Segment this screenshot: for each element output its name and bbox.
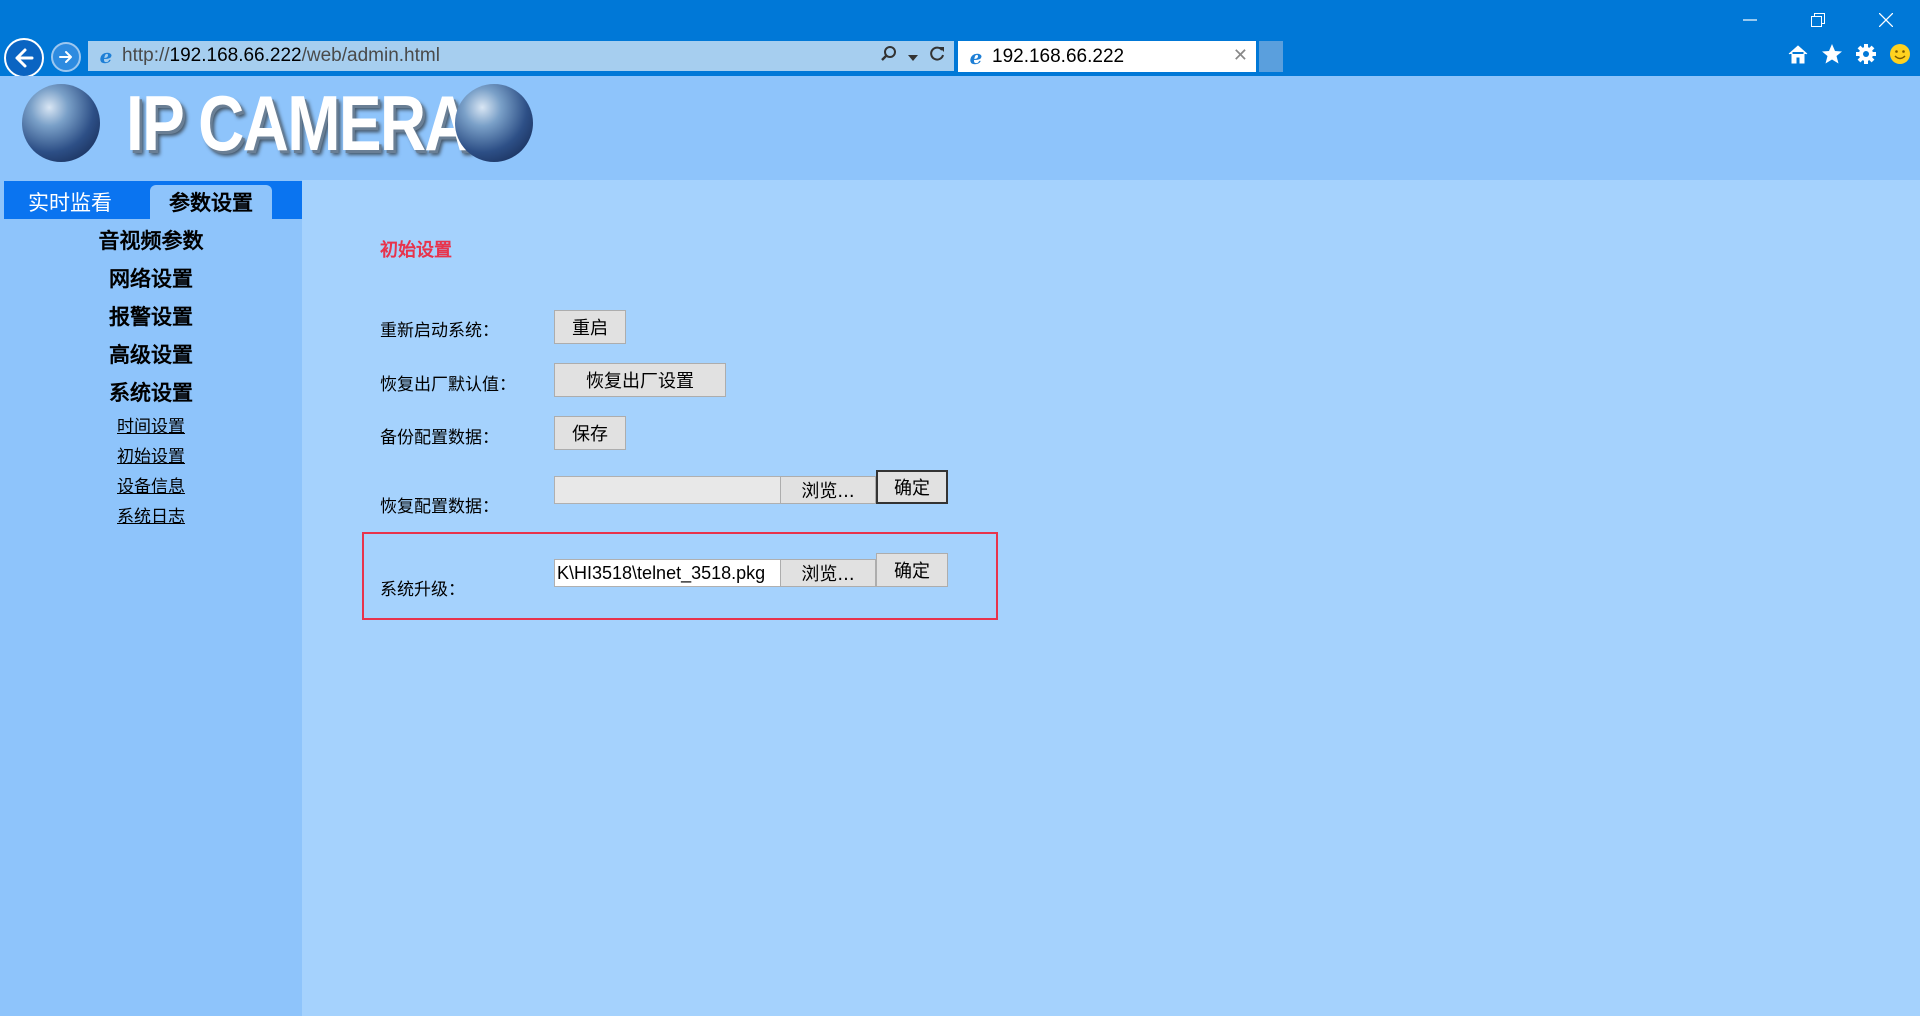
new-tab-button[interactable] [1259, 41, 1283, 72]
tab-title: 192.168.66.222 [992, 45, 1125, 67]
page-header: IP CAMERA [0, 76, 1920, 180]
backup-label: 备份配置数据： [380, 428, 499, 448]
globe-icon [22, 84, 100, 162]
window-controls [1716, 0, 1920, 40]
url-text[interactable]: http://192.168.66.222/web/admin.html [122, 45, 440, 67]
upgrade-file-input[interactable]: K\HI3518\telnet_3518.pkg [554, 559, 782, 587]
tabs-row: 实时监看 参数设置 [4, 181, 302, 219]
page: IP CAMERA 实时监看 参数设置 音视频参数 网络设置 报警设置 高级设置… [0, 76, 1920, 1016]
minimize-icon[interactable] [1716, 0, 1784, 40]
reboot-button[interactable]: 重启 [554, 310, 626, 344]
factory-reset-label: 恢复出厂默认值： [380, 375, 516, 395]
restore-label: 恢复配置数据： [380, 497, 499, 517]
factory-reset-button[interactable]: 恢复出厂设置 [554, 363, 726, 397]
restore-confirm-button[interactable]: 确定 [876, 470, 948, 504]
sub-item-system-log[interactable]: 系统日志 [0, 502, 302, 532]
restore-browse-button[interactable]: 浏览... [780, 476, 876, 504]
upgrade-browse-button[interactable]: 浏览... [780, 559, 876, 587]
globe-icon [455, 84, 533, 162]
sub-item-device-info[interactable]: 设备信息 [0, 472, 302, 502]
sidebar-menu: 音视频参数 网络设置 报警设置 高级设置 系统设置 时间设置 初始设置 设备信息… [0, 222, 302, 532]
sub-item-time[interactable]: 时间设置 [0, 412, 302, 442]
main-content: 初始设置 重新启动系统： 重启 恢复出厂默认值： 恢复出厂设置 备份配置数据： … [302, 180, 1920, 1016]
home-icon[interactable] [1786, 42, 1810, 66]
menu-item-alarm[interactable]: 报警设置 [0, 298, 302, 336]
upgrade-confirm-button[interactable]: 确定 [876, 553, 948, 587]
gear-icon[interactable] [1854, 42, 1878, 66]
browser-tab[interactable]: e 192.168.66.222 ✕ [958, 41, 1256, 72]
smiley-icon[interactable] [1888, 42, 1912, 66]
address-bar[interactable]: e http://192.168.66.222/web/admin.html [88, 41, 954, 71]
search-icon[interactable] [880, 45, 898, 68]
restore-file-input[interactable] [554, 476, 782, 504]
menu-item-network[interactable]: 网络设置 [0, 260, 302, 298]
sub-item-initial[interactable]: 初始设置 [0, 442, 302, 472]
tab-settings[interactable]: 参数设置 [150, 185, 272, 219]
menu-item-system[interactable]: 系统设置 [0, 374, 302, 412]
reboot-label: 重新启动系统： [380, 321, 499, 341]
logo-text: IP CAMERA [126, 79, 471, 167]
sidebar: 实时监看 参数设置 音视频参数 网络设置 报警设置 高级设置 系统设置 时间设置… [0, 180, 302, 1016]
upgrade-label: 系统升级： [380, 580, 465, 600]
bottom-border [0, 1016, 1920, 1020]
browser-titlebar: e http://192.168.66.222/web/admin.html e… [0, 0, 1920, 78]
refresh-icon[interactable] [928, 45, 946, 68]
tab-live-view[interactable]: 实时监看 [28, 187, 112, 217]
back-arrow-icon[interactable] [4, 38, 44, 78]
menu-item-av-params[interactable]: 音视频参数 [0, 222, 302, 260]
ie-icon: e [969, 44, 983, 69]
tab-close-icon[interactable]: ✕ [1233, 45, 1248, 66]
close-icon[interactable] [1852, 0, 1920, 40]
page-title: 初始设置 [380, 240, 452, 261]
browser-toolbar [1786, 42, 1912, 66]
menu-item-advanced[interactable]: 高级设置 [0, 336, 302, 374]
restore-icon[interactable] [1784, 0, 1852, 40]
backup-save-button[interactable]: 保存 [554, 416, 626, 450]
favorites-star-icon[interactable] [1820, 42, 1844, 66]
ie-icon: e [99, 44, 113, 68]
forward-arrow-icon[interactable] [51, 42, 81, 72]
dropdown-arrow-icon[interactable] [908, 46, 918, 67]
